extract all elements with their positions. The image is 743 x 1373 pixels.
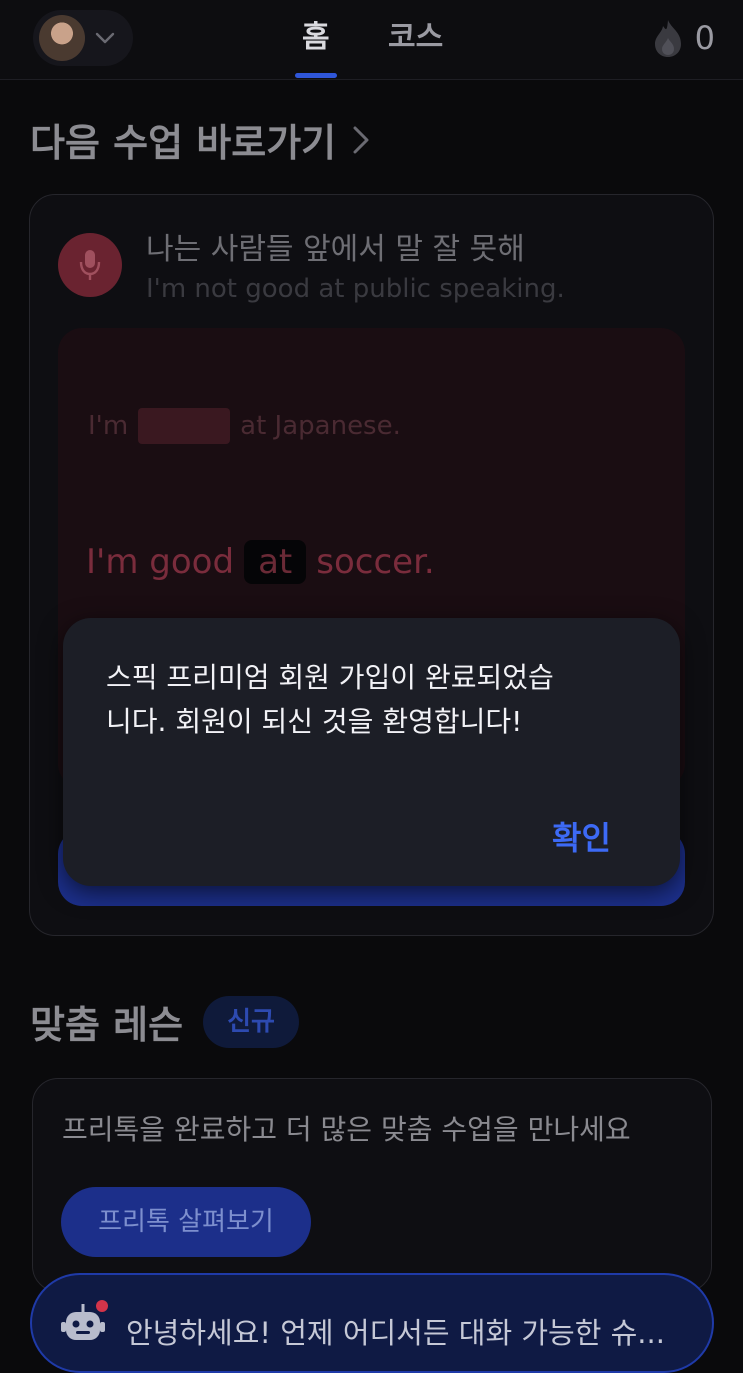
custom-lessons-title: 맞춤 레슨 (30, 1003, 184, 1047)
example-1-before: I'm (88, 411, 129, 441)
avatar (39, 15, 85, 61)
highlighted-word: at (244, 540, 307, 584)
dialog-message: 스픽 프리미엄 회원 가입이 완료되었습니다. 회원이 되신 것을 환영합니다! (106, 661, 554, 738)
streak-count: 0 (694, 19, 715, 57)
notification-dot (96, 1300, 108, 1312)
next-lesson-link[interactable]: 다음 수업 바로가기 (30, 112, 372, 167)
section-title: 다음 수업 바로가기 (30, 121, 337, 165)
blank-placeholder (138, 408, 231, 444)
chevron-down-icon (95, 32, 115, 44)
tab-home[interactable]: 홈 (302, 18, 330, 58)
example-sentence-2: I'm good at soccer. (86, 540, 435, 584)
example-2-before: I'm good (86, 542, 235, 582)
tab-course[interactable]: 코스 (388, 18, 443, 58)
mic-button[interactable] (58, 233, 122, 297)
lesson-korean-sentence: 나는 사람들 앞에서 말 잘 못해 (146, 232, 525, 267)
example-1-after: at Japanese. (240, 411, 401, 441)
streak-counter[interactable]: 0 (651, 18, 715, 58)
chevron-right-icon (353, 126, 369, 153)
custom-lessons-description: 프리톡을 완료하고 더 많은 맞춤 수업을 만나세요 (62, 1113, 631, 1146)
ai-chat-prompt: 안녕하세요! 언제 어디서든 대화 가능한 슈... (126, 1316, 665, 1350)
microphone-icon (79, 250, 101, 280)
free-talk-browse-button[interactable]: 프리톡 살펴보기 (61, 1187, 311, 1257)
confirm-button[interactable]: 확인 (552, 813, 611, 859)
new-badge: 신규 (203, 996, 299, 1048)
lesson-english-sentence: I'm not good at public speaking. (146, 274, 565, 304)
example-2-after: soccer. (316, 542, 435, 582)
profile-menu-button[interactable] (33, 10, 133, 66)
active-tab-indicator (295, 73, 337, 78)
example-sentence-1: I'm at Japanese. (88, 408, 401, 444)
flame-icon (654, 20, 681, 57)
